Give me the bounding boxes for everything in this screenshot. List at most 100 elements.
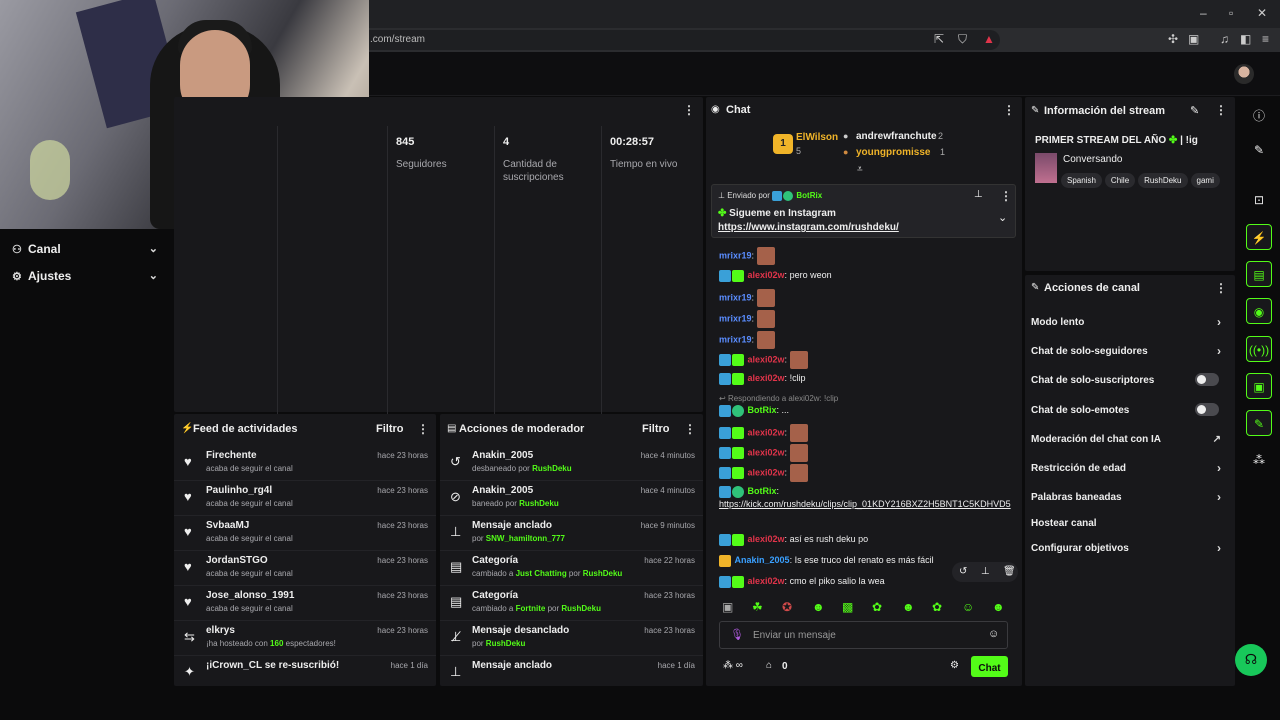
chat-username[interactable]: mrixr19 (719, 292, 752, 302)
chat-username[interactable]: alexi02w (748, 447, 785, 457)
category-thumbnail[interactable] (1035, 153, 1057, 183)
chat-username[interactable]: alexi02w (748, 354, 785, 364)
chat-username[interactable]: mrixr19 (719, 313, 752, 323)
group-icon[interactable]: ⁂ (1246, 447, 1272, 473)
action-ai-moderation[interactable]: Moderación del chat con IA ↗ (1031, 434, 1227, 445)
shield-icon[interactable]: ⛉ (958, 32, 967, 47)
chat-username[interactable]: alexi02w (748, 427, 785, 437)
tag[interactable]: gami (1190, 173, 1220, 188)
chat-username[interactable]: alexi02w (748, 534, 785, 544)
pinned-author[interactable]: BotRix (796, 191, 822, 200)
emote-icon[interactable]: ☻ (902, 600, 915, 614)
sub-highlight[interactable]: RushDeku (519, 499, 559, 508)
chat-username[interactable]: mrixr19 (719, 334, 752, 344)
collapse-icon[interactable]: ⩡ (857, 164, 863, 175)
minimize-icon[interactable]: – (1200, 6, 1207, 20)
sidebar-icon[interactable]: ▣ (1188, 32, 1199, 46)
action-slow-mode[interactable]: Modo lento › (1031, 315, 1227, 329)
infinity-icon[interactable]: ⁂ ∞ (723, 660, 743, 671)
edit-icon[interactable]: ✎ (1246, 137, 1272, 163)
sub-highlight[interactable]: SNW_hamiltonn_777 (486, 534, 565, 543)
filter-button[interactable]: Filtro (376, 423, 404, 435)
list-item-name[interactable]: SvbaaMJ (206, 520, 249, 531)
tag[interactable]: Spanish (1061, 173, 1102, 188)
trash-icon[interactable]: 🗑 (1003, 566, 1016, 577)
emote-icon[interactable]: ✿ (872, 600, 882, 614)
sub-highlight[interactable]: RushDeku (532, 464, 572, 473)
filter-button[interactable]: Filtro (642, 423, 670, 435)
sidebar-item-ajustes[interactable]: ⚙ Ajustes ⌄ (12, 269, 162, 287)
sub-highlight[interactable]: Just Chatting (516, 569, 567, 578)
more-options-icon[interactable]: ⋮ (1003, 103, 1015, 117)
chat-bubble-icon[interactable]: ◉ (1246, 298, 1272, 324)
chat-input[interactable]: 🎙 Enviar un mensaje ☺ (719, 621, 1008, 649)
action-age-restriction[interactable]: Restricción de edad › (1031, 461, 1227, 475)
wrench-icon[interactable]: ✎ (1246, 410, 1272, 436)
headset-icon[interactable]: ☊ (1235, 644, 1267, 676)
tag[interactable]: Chile (1104, 173, 1136, 188)
bolt-icon[interactable]: ⚡ (1246, 224, 1272, 250)
send-chat-button[interactable]: Chat (971, 656, 1008, 677)
share-icon[interactable]: ⇱ (934, 32, 944, 46)
microphone-icon[interactable]: 🎙 (730, 628, 744, 641)
tag[interactable]: RushDeku (1138, 173, 1188, 188)
chat-username[interactable]: BotRix (748, 486, 777, 496)
emote-icon[interactable]: ☻ (992, 600, 1005, 614)
leader-first-name[interactable]: ElWilson (796, 132, 838, 143)
leader-third-name[interactable]: youngpromisse (856, 147, 930, 158)
extensions-icon[interactable]: ✣ (1168, 32, 1178, 46)
stream-category[interactable]: Conversando (1063, 154, 1122, 165)
list-item-name[interactable]: Mensaje anclado (472, 520, 552, 531)
list-icon[interactable]: ▤ (1246, 261, 1272, 287)
more-options-icon[interactable]: ⋮ (1000, 189, 1012, 203)
action-goals[interactable]: Configurar objetivos › (1031, 541, 1227, 555)
emote-icon[interactable]: ✪ (782, 600, 792, 614)
maximize-icon[interactable]: ▫ (1229, 6, 1233, 20)
toggle-switch[interactable] (1195, 403, 1219, 416)
store-icon[interactable]: ⌂ (766, 660, 772, 671)
pin-icon[interactable]: ⊥ (974, 189, 983, 200)
list-item-name[interactable]: elkrys (206, 625, 235, 636)
stream-panel-icon[interactable]: ▣ (1246, 373, 1272, 399)
menu-icon[interactable]: ≡ (1262, 32, 1269, 46)
action-banned-words[interactable]: Palabras baneadas › (1031, 490, 1227, 504)
sub-highlight[interactable]: RushDeku (486, 639, 526, 648)
close-icon[interactable]: ✕ (1257, 6, 1267, 20)
pinned-link[interactable]: https://www.instagram.com/rushdeku/ (718, 222, 899, 233)
gear-icon[interactable]: ⚙ (950, 660, 959, 671)
list-item-name[interactable]: JordanSTGO (206, 555, 268, 566)
list-item-name[interactable]: Jose_alonso_1991 (206, 590, 294, 601)
clip-link[interactable]: https://kick.com/rushdeku/clips/clip_01K… (719, 499, 1011, 509)
pin-icon[interactable]: ⊥ (981, 566, 990, 577)
emoji-icon[interactable]: ☺ (988, 628, 999, 640)
more-options-icon[interactable]: ⋮ (1215, 103, 1227, 117)
emote-icon[interactable]: ☻ (812, 600, 825, 614)
list-item-name[interactable]: Mensaje anclado (472, 660, 552, 671)
chat-username[interactable]: alexi02w (748, 467, 785, 477)
chat-username[interactable]: Anakin_2005 (735, 555, 790, 565)
action-host-channel[interactable]: Hostear canal (1031, 518, 1227, 529)
list-item-name[interactable]: Anakin_2005 (472, 485, 533, 496)
action-followers-only[interactable]: Chat de solo-seguidores › (1031, 344, 1227, 358)
broadcast-icon[interactable]: ((•)) (1246, 336, 1272, 362)
list-item-name[interactable]: Categoría (472, 555, 518, 566)
sub-highlight[interactable]: RushDeku (561, 604, 601, 613)
list-item-name[interactable]: Paulinho_rg4l (206, 485, 272, 496)
leader-second-name[interactable]: andrewfranchute (856, 131, 937, 142)
avatar[interactable] (1234, 64, 1254, 84)
music-icon[interactable]: ♫ (1220, 32, 1229, 46)
screenshot-icon[interactable]: ⊡ (1246, 187, 1272, 213)
list-item-name[interactable]: Firechente (206, 450, 257, 461)
emote-icon[interactable]: ☺ (962, 600, 974, 614)
list-item-name[interactable]: Mensaje desanclado (472, 625, 569, 636)
chat-username[interactable]: mrixr19 (719, 250, 752, 260)
info-icon[interactable]: ⓘ (1246, 101, 1272, 127)
toggle-switch[interactable] (1195, 373, 1219, 386)
sub-highlight[interactable]: Fortnite (516, 604, 546, 613)
chat-username[interactable]: BotRix (748, 405, 777, 415)
sidebar-item-canal[interactable]: ⚇ Canal ⌄ (12, 242, 162, 260)
emote-icon[interactable]: ✿ (932, 600, 942, 614)
more-options-icon[interactable]: ⋮ (417, 422, 429, 436)
chevron-down-icon[interactable]: ⌄ (998, 211, 1007, 224)
panel-icon[interactable]: ◧ (1240, 32, 1251, 46)
